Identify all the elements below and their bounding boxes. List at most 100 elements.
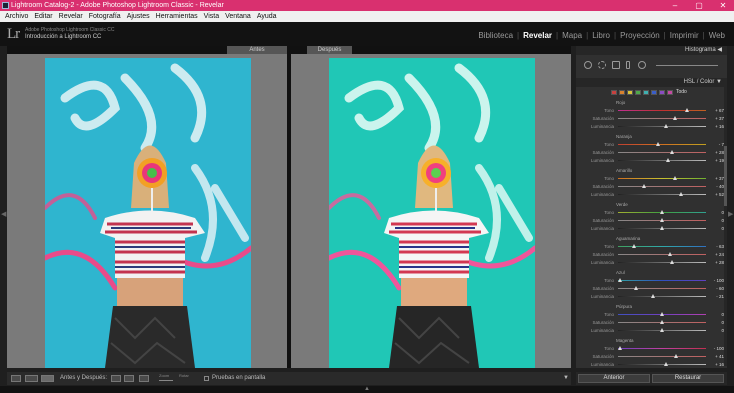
hsl-slider-knob[interactable] xyxy=(617,346,622,350)
previous-button[interactable]: Anterior xyxy=(578,374,650,383)
hsl-slider-value[interactable]: - 100 xyxy=(708,277,724,284)
brush-slider[interactable] xyxy=(656,65,718,66)
left-panel-toggle-icon[interactable]: ◀ xyxy=(1,210,6,218)
hsl-slider-track[interactable] xyxy=(618,296,706,297)
module-imprimir[interactable]: Imprimir xyxy=(667,31,702,40)
menu-archivo[interactable]: Archivo xyxy=(2,11,31,22)
crop-tool-icon[interactable] xyxy=(584,61,592,69)
module-biblioteca[interactable]: Biblioteca xyxy=(475,31,516,40)
hsl-slider-value[interactable]: 0 xyxy=(708,327,724,334)
radial-filter-icon[interactable] xyxy=(638,61,646,69)
hsl-slider-value[interactable]: - 40 xyxy=(708,183,724,190)
histogram-header[interactable]: Histograma ◀ xyxy=(576,46,727,55)
right-panel-toggle-icon[interactable]: ▶ xyxy=(728,210,733,218)
hsl-slider-track[interactable] xyxy=(618,186,706,187)
minimize-icon[interactable]: – xyxy=(664,0,686,11)
hsl-slider-knob[interactable] xyxy=(664,362,669,366)
hsl-slider-knob[interactable] xyxy=(667,252,672,256)
module-web[interactable]: Web xyxy=(706,31,728,40)
swatch-aqua[interactable] xyxy=(643,90,649,95)
hsl-slider-track[interactable] xyxy=(618,178,706,179)
hsl-slider-track[interactable] xyxy=(618,160,706,161)
swatch-purple[interactable] xyxy=(659,90,665,95)
swap-before-after-icon[interactable] xyxy=(139,375,149,382)
menu-ventana[interactable]: Ventana xyxy=(222,11,254,22)
menu-ayuda[interactable]: Ayuda xyxy=(254,11,280,22)
hsl-slider-track[interactable] xyxy=(618,152,706,153)
hsl-slider-track[interactable] xyxy=(618,280,706,281)
soft-proof-checkbox[interactable] xyxy=(204,376,209,381)
swatch-green[interactable] xyxy=(635,90,641,95)
hsl-slider-track[interactable] xyxy=(618,262,706,263)
before-after-mode-icon[interactable] xyxy=(41,375,54,382)
menu-herramientas[interactable]: Herramientas xyxy=(153,11,201,22)
copy-before-to-after-icon[interactable] xyxy=(111,375,121,382)
zoom-slider[interactable] xyxy=(159,380,173,381)
hsl-slider-value[interactable]: - 7 xyxy=(708,141,724,148)
module-mapa[interactable]: Mapa xyxy=(559,31,585,40)
hsl-slider-track[interactable] xyxy=(618,288,706,289)
hsl-slider-value[interactable]: + 37 xyxy=(708,115,724,122)
hsl-slider-value[interactable]: + 28 xyxy=(708,149,724,156)
hsl-slider-value[interactable]: + 52 xyxy=(708,191,724,198)
spot-removal-icon[interactable] xyxy=(598,61,606,69)
hsl-slider-track[interactable] xyxy=(618,356,706,357)
maximize-icon[interactable]: ▢ xyxy=(688,0,710,11)
hsl-slider-value[interactable]: - 60 xyxy=(708,285,724,292)
hsl-slider-knob[interactable] xyxy=(660,312,664,316)
before-photo[interactable] xyxy=(45,58,251,368)
scrollbar-thumb[interactable] xyxy=(724,146,727,206)
hsl-slider-knob[interactable] xyxy=(660,218,664,222)
filmstrip-toggle-icon[interactable]: ▲ xyxy=(364,386,370,392)
hsl-slider-value[interactable]: 0 xyxy=(708,225,724,232)
red-eye-icon[interactable] xyxy=(612,61,620,69)
right-panel-scrollbar[interactable] xyxy=(724,86,727,366)
hsl-slider-knob[interactable] xyxy=(617,278,622,282)
menu-fotografia[interactable]: Fotografía xyxy=(86,11,124,22)
graduated-filter-icon[interactable] xyxy=(626,61,630,69)
hsl-slider-track[interactable] xyxy=(618,254,706,255)
hsl-slider-value[interactable]: - 100 xyxy=(708,345,724,352)
module-revelar[interactable]: Revelar xyxy=(520,31,555,40)
hsl-slider-knob[interactable] xyxy=(660,320,664,324)
hsl-slider-track[interactable] xyxy=(618,144,706,145)
hsl-slider-track[interactable] xyxy=(618,348,706,349)
hsl-slider-track[interactable] xyxy=(618,364,706,365)
module-proyeccion[interactable]: Proyección xyxy=(617,31,663,40)
hsl-slider-value[interactable]: 0 xyxy=(708,209,724,216)
hsl-slider-value[interactable]: 0 xyxy=(708,217,724,224)
hsl-slider-value[interactable]: + 16 xyxy=(708,123,724,130)
hsl-slider-knob[interactable] xyxy=(684,108,689,112)
hsl-slider-knob[interactable] xyxy=(673,116,678,120)
hsl-slider-knob[interactable] xyxy=(666,158,671,162)
all-colors-button[interactable]: Todo xyxy=(676,89,687,95)
hsl-slider-value[interactable]: + 16 xyxy=(708,361,724,368)
hsl-slider-knob[interactable] xyxy=(642,184,647,188)
hsl-slider-knob[interactable] xyxy=(664,124,669,128)
hsl-slider-knob[interactable] xyxy=(656,142,661,146)
hsl-slider-knob[interactable] xyxy=(674,354,679,358)
hsl-slider-knob[interactable] xyxy=(673,176,678,180)
copy-after-to-before-icon[interactable] xyxy=(124,375,134,382)
lightroom-app-icon[interactable] xyxy=(2,2,9,9)
catalog-name[interactable]: Introducción a Lightroom CC xyxy=(25,34,101,40)
toolbar-menu-icon[interactable]: ▼ xyxy=(563,375,569,381)
swatch-magenta[interactable] xyxy=(667,90,673,95)
hsl-slider-knob[interactable] xyxy=(651,294,656,298)
hsl-slider-value[interactable]: - 21 xyxy=(708,293,724,300)
close-icon[interactable]: ✕ xyxy=(712,0,734,11)
hsl-slider-track[interactable] xyxy=(618,194,706,195)
loupe-view-icon[interactable] xyxy=(11,375,21,382)
hsl-slider-value[interactable]: + 67 xyxy=(708,107,724,114)
hsl-slider-knob[interactable] xyxy=(660,226,664,230)
menu-revelar[interactable]: Revelar xyxy=(56,11,86,22)
compare-view-icon[interactable] xyxy=(25,375,38,382)
menu-vista[interactable]: Vista xyxy=(201,11,222,22)
hsl-slider-value[interactable]: - 63 xyxy=(708,243,724,250)
after-photo[interactable] xyxy=(329,58,535,368)
hsl-header[interactable]: HSL / Color ▼ xyxy=(576,78,727,87)
swatch-red[interactable] xyxy=(611,90,617,95)
hsl-slider-knob[interactable] xyxy=(660,328,664,332)
menu-editar[interactable]: Editar xyxy=(31,11,55,22)
hsl-slider-knob[interactable] xyxy=(679,192,684,196)
